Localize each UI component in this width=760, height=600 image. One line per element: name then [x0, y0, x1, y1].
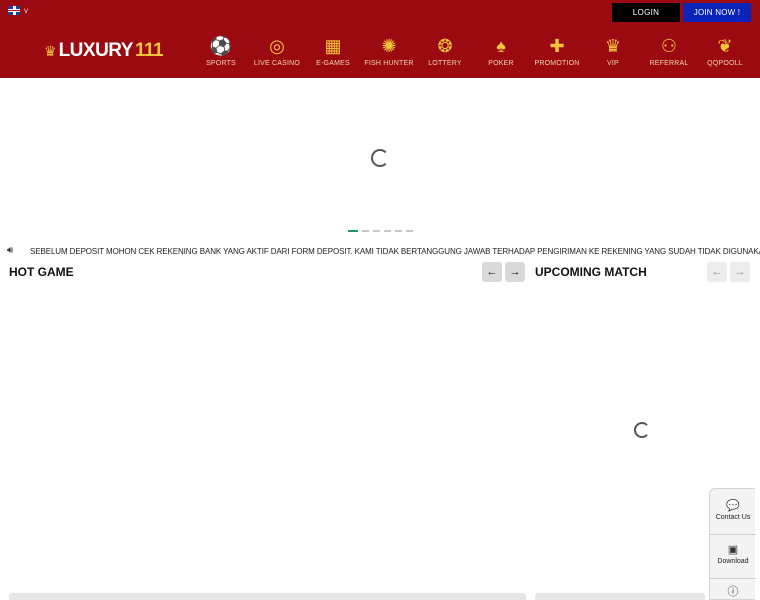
- logo-word: LUXURY: [58, 40, 134, 61]
- crown-icon: ♛: [604, 36, 622, 56]
- carousel-dot[interactable]: [406, 230, 413, 232]
- arrow-right-icon: →: [734, 266, 746, 278]
- header-bar: v LOGIN JOIN NOW ! ♛ LUXURY 111 ⚽ SPORTS…: [0, 0, 760, 78]
- download-icon: ▣: [727, 544, 739, 556]
- carousel-dot[interactable]: [395, 230, 402, 232]
- nav-item-lottery[interactable]: ❂ LOTTERY: [415, 34, 475, 67]
- info-icon: ⓘ: [727, 586, 739, 598]
- carousel-dot[interactable]: [384, 230, 391, 232]
- language-selector[interactable]: v: [8, 6, 28, 15]
- qqpooll-icon: ❦: [717, 36, 733, 56]
- nav-item-poker[interactable]: ♠ POKER: [471, 34, 531, 67]
- chevron-down-icon: v: [24, 6, 28, 15]
- join-now-button[interactable]: JOIN NOW !: [683, 3, 751, 22]
- nav-item-referral[interactable]: ⚇ REFERRAL: [639, 34, 699, 67]
- arrow-left-icon: ←: [486, 266, 498, 278]
- nav-label: VIP: [607, 60, 619, 67]
- announcement-bar: 🔊︎ SEBELUM DEPOSIT MOHON CEK REKENING BA…: [0, 244, 760, 260]
- nav-item-e-games[interactable]: ▦ E-GAMES: [303, 34, 363, 67]
- chat-bubble-icon: 💬: [726, 500, 740, 512]
- crown-icon: ♛: [44, 42, 57, 59]
- sports-icon: ⚽: [209, 36, 233, 56]
- carousel-dot[interactable]: [362, 230, 369, 232]
- upcoming-match-panel-edge: [535, 593, 705, 600]
- speaker-icon: 🔊︎: [7, 245, 14, 256]
- logo-number: 111: [134, 40, 164, 61]
- carousel-dot[interactable]: [373, 230, 380, 232]
- arrow-left-icon: ←: [711, 266, 723, 278]
- info-button[interactable]: ⓘ: [710, 585, 756, 599]
- loading-spinner-icon: [371, 149, 389, 167]
- nav-label: E-GAMES: [316, 60, 350, 67]
- nav-label: SPORTS: [206, 60, 236, 67]
- announcement-text: SEBELUM DEPOSIT MOHON CEK REKENING BANK …: [30, 247, 760, 256]
- hot-game-panel-edge: [9, 593, 526, 600]
- nav-label: LOTTERY: [428, 60, 462, 67]
- carousel-indicators: [348, 230, 413, 232]
- upcoming-match-title: UPCOMING MATCH: [535, 265, 647, 279]
- nav-item-live-casino[interactable]: ◎ LIVE CASINO: [247, 34, 307, 67]
- hot-game-title: HOT GAME: [9, 265, 74, 279]
- nav-label: QQPOOLL: [707, 60, 743, 67]
- referral-icon: ⚇: [660, 36, 678, 56]
- nav-item-qqpooll[interactable]: ❦ QQPOOLL: [695, 34, 755, 67]
- nav-item-vip[interactable]: ♛ VIP: [583, 34, 643, 67]
- nav-item-fish-hunter[interactable]: ✺ FISH HUNTER: [359, 34, 419, 67]
- floating-side-widget: 💬 Contact Us ▣ Download ⓘ: [709, 488, 756, 600]
- uk-flag-icon: [8, 6, 20, 15]
- divider: [710, 578, 756, 579]
- nav-label: POKER: [488, 60, 514, 67]
- loading-spinner-icon: [634, 422, 650, 438]
- divider: [710, 534, 756, 535]
- cards-icon: ♠: [496, 36, 506, 56]
- download-label: Download: [717, 558, 749, 565]
- hot-game-prev-button[interactable]: ←: [482, 262, 502, 282]
- nav-label: PROMOTION: [534, 60, 580, 67]
- fish-icon: ✺: [381, 36, 397, 56]
- carousel-dot[interactable]: [348, 230, 358, 232]
- site-logo[interactable]: ♛ LUXURY 111: [44, 40, 164, 62]
- contact-us-button[interactable]: 💬 Contact Us: [710, 499, 756, 521]
- gift-icon: ✚: [549, 36, 565, 56]
- hot-game-next-button[interactable]: →: [505, 262, 525, 282]
- lottery-balls-icon: ❂: [437, 36, 453, 56]
- upcoming-match-next-button[interactable]: →: [730, 262, 750, 282]
- nav-item-promotion[interactable]: ✚ PROMOTION: [527, 34, 587, 67]
- download-button[interactable]: ▣ Download: [710, 543, 756, 565]
- arrow-right-icon: →: [509, 266, 521, 278]
- slot-machine-icon: ▦: [324, 36, 342, 56]
- nav-label: REFERRAL: [649, 60, 689, 67]
- login-button[interactable]: LOGIN: [612, 3, 680, 22]
- nav-item-sports[interactable]: ⚽ SPORTS: [191, 34, 251, 67]
- banner-carousel[interactable]: [0, 78, 760, 238]
- roulette-icon: ◎: [269, 36, 285, 56]
- nav-label: FISH HUNTER: [364, 60, 414, 67]
- contact-us-label: Contact Us: [715, 514, 751, 521]
- nav-label: LIVE CASINO: [253, 60, 301, 67]
- upcoming-match-prev-button[interactable]: ←: [707, 262, 727, 282]
